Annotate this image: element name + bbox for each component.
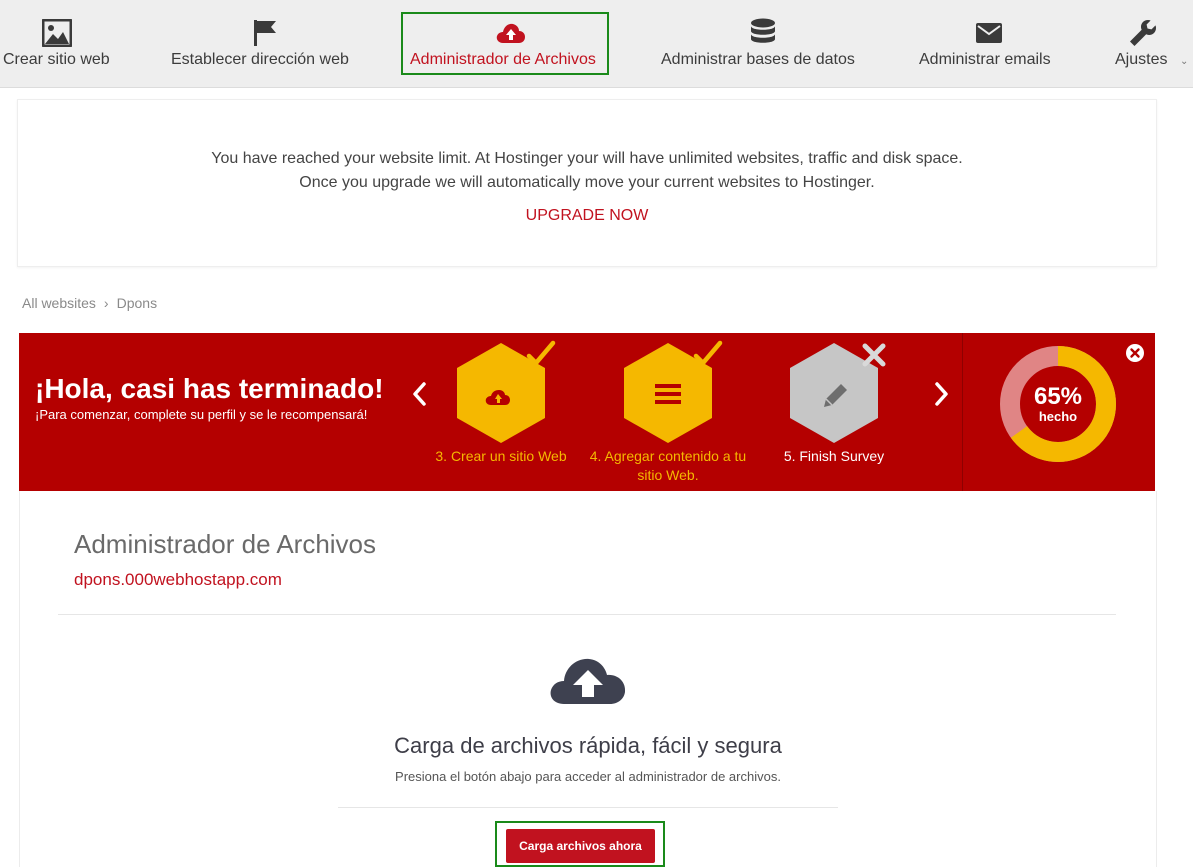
progress-caption: hecho — [1039, 409, 1077, 424]
onboarding-banner: ¡Hola, casi has terminado! ¡Para comenza… — [19, 333, 1155, 491]
banner-divider — [962, 333, 963, 491]
check-icon — [693, 340, 723, 366]
progress-percent: 65% — [1034, 383, 1082, 410]
top-navigation: Crear sitio web Establecer dirección web… — [0, 0, 1193, 88]
nav-item-administrar-emails[interactable]: Administrar emails — [916, 0, 1060, 88]
upgrade-now-link[interactable]: UPGRADE NOW — [18, 207, 1156, 225]
database-icon — [748, 18, 778, 48]
page-title: Administrador de Archivos — [74, 529, 377, 559]
breadcrumb: All websites › Dpons — [22, 295, 157, 311]
breadcrumb-all-websites[interactable]: All websites — [22, 295, 96, 311]
nav-item-ajustes[interactable]: Ajustes — [1112, 0, 1176, 88]
upload-description: Presiona el botón abajo para acceder al … — [395, 769, 781, 784]
progress-donut: 65% hecho — [1000, 346, 1116, 462]
step-label: 3. Crear un sitio Web — [435, 448, 567, 464]
check-icon — [526, 340, 556, 366]
nav-item-crear-sitio-web[interactable]: Crear sitio web — [0, 0, 114, 88]
nav-label: Administrar bases de datos — [661, 51, 855, 68]
nav-item-establecer-direccion[interactable]: Establecer dirección web — [168, 0, 354, 88]
nav-label: Administrar emails — [919, 51, 1051, 68]
upgrade-message-line-1: You have reached your website limit. At … — [211, 150, 963, 167]
list-icon — [655, 384, 681, 404]
site-domain-link[interactable]: dpons.000webhostapp.com — [74, 570, 282, 590]
nav-label: Establecer dirección web — [171, 51, 349, 68]
nav-label: Ajustes — [1115, 51, 1168, 68]
nav-item-administrador-archivos[interactable]: Administrador de Archivos — [406, 0, 606, 88]
onboarding-step-finish-survey[interactable]: 5. Finish Survey — [744, 343, 924, 491]
chevron-down-icon[interactable]: ⌄ — [1180, 56, 1188, 67]
breadcrumb-separator: › — [103, 295, 109, 311]
wrench-icon — [1128, 18, 1158, 48]
banner-title: ¡Hola, casi has terminado! — [35, 373, 384, 404]
step-label: 4. Agregar contenido a tu sitio Web. — [589, 448, 747, 483]
step-label: 5. Finish Survey — [783, 448, 885, 464]
flag-icon — [250, 18, 280, 48]
cloud-upload-icon — [550, 658, 626, 704]
file-manager-card: Administrador de Archivos dpons.000webho… — [19, 491, 1157, 867]
carousel-next-arrow-icon[interactable] — [930, 379, 952, 409]
envelope-icon — [974, 18, 1004, 48]
onboarding-step-agregar-contenido[interactable]: 4. Agregar contenido a tu sitio Web. — [578, 340, 758, 491]
upgrade-notice: You have reached your website limit. At … — [17, 99, 1157, 267]
onboarding-step-crear-sitio[interactable]: 3. Crear un sitio Web — [411, 340, 591, 491]
nav-label: Crear sitio web — [3, 51, 110, 68]
cloud-upload-icon — [496, 18, 526, 48]
nav-item-administrar-bases[interactable]: Administrar bases de datos — [658, 0, 862, 88]
image-icon — [42, 18, 72, 48]
close-x-icon — [862, 343, 886, 367]
close-banner-icon[interactable] — [1125, 343, 1145, 363]
banner-subtitle: ¡Para comenzar, complete su perfil y se … — [35, 407, 368, 422]
divider — [58, 614, 1116, 615]
upload-files-now-button[interactable]: Carga archivos ahora — [506, 829, 655, 863]
upgrade-message-line-2: Once you upgrade we will automatically m… — [299, 174, 875, 191]
breadcrumb-current: Dpons — [116, 295, 158, 311]
nav-label: Administrador de Archivos — [410, 51, 596, 68]
divider — [338, 807, 838, 808]
upload-heading: Carga de archivos rápida, fácil y segura — [394, 733, 782, 758]
